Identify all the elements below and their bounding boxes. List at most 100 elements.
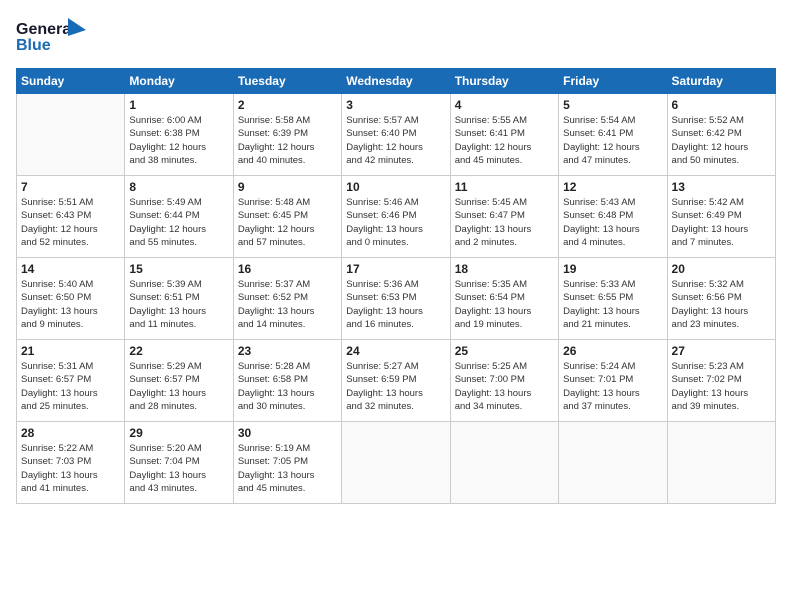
day-number: 15 bbox=[129, 262, 228, 276]
calendar-cell: 20 Sunrise: 5:32 AM Sunset: 6:56 PM Dayli… bbox=[667, 258, 775, 340]
calendar-cell: 18 Sunrise: 5:35 AM Sunset: 6:54 PM Dayli… bbox=[450, 258, 558, 340]
day-info: Sunrise: 5:52 AM Sunset: 6:42 PM Dayligh… bbox=[672, 114, 771, 167]
calendar-cell: 11 Sunrise: 5:45 AM Sunset: 6:47 PM Dayli… bbox=[450, 176, 558, 258]
calendar-cell: 3 Sunrise: 5:57 AM Sunset: 6:40 PM Daylig… bbox=[342, 94, 450, 176]
calendar-cell: 2 Sunrise: 5:58 AM Sunset: 6:39 PM Daylig… bbox=[233, 94, 341, 176]
calendar-cell: 16 Sunrise: 5:37 AM Sunset: 6:52 PM Dayli… bbox=[233, 258, 341, 340]
day-info: Sunrise: 5:37 AM Sunset: 6:52 PM Dayligh… bbox=[238, 278, 337, 331]
day-info: Sunrise: 5:28 AM Sunset: 6:58 PM Dayligh… bbox=[238, 360, 337, 413]
day-number: 18 bbox=[455, 262, 554, 276]
calendar-cell: 22 Sunrise: 5:29 AM Sunset: 6:57 PM Dayli… bbox=[125, 340, 233, 422]
day-number: 8 bbox=[129, 180, 228, 194]
day-info: Sunrise: 5:55 AM Sunset: 6:41 PM Dayligh… bbox=[455, 114, 554, 167]
calendar-cell: 8 Sunrise: 5:49 AM Sunset: 6:44 PM Daylig… bbox=[125, 176, 233, 258]
calendar-week-row: 14 Sunrise: 5:40 AM Sunset: 6:50 PM Dayli… bbox=[17, 258, 776, 340]
calendar-cell: 1 Sunrise: 6:00 AM Sunset: 6:38 PM Daylig… bbox=[125, 94, 233, 176]
day-info: Sunrise: 5:32 AM Sunset: 6:56 PM Dayligh… bbox=[672, 278, 771, 331]
calendar-cell bbox=[667, 422, 775, 504]
day-number: 1 bbox=[129, 98, 228, 112]
weekday-header-row: SundayMondayTuesdayWednesdayThursdayFrid… bbox=[17, 69, 776, 94]
day-number: 24 bbox=[346, 344, 445, 358]
day-info: Sunrise: 5:51 AM Sunset: 6:43 PM Dayligh… bbox=[21, 196, 120, 249]
day-info: Sunrise: 5:49 AM Sunset: 6:44 PM Dayligh… bbox=[129, 196, 228, 249]
logo-svg: GeneralBlue bbox=[16, 16, 96, 56]
weekday-header: Thursday bbox=[450, 69, 558, 94]
calendar-cell: 14 Sunrise: 5:40 AM Sunset: 6:50 PM Dayli… bbox=[17, 258, 125, 340]
day-info: Sunrise: 5:29 AM Sunset: 6:57 PM Dayligh… bbox=[129, 360, 228, 413]
calendar-cell: 10 Sunrise: 5:46 AM Sunset: 6:46 PM Dayli… bbox=[342, 176, 450, 258]
weekday-header: Tuesday bbox=[233, 69, 341, 94]
day-number: 26 bbox=[563, 344, 662, 358]
calendar-week-row: 7 Sunrise: 5:51 AM Sunset: 6:43 PM Daylig… bbox=[17, 176, 776, 258]
day-number: 6 bbox=[672, 98, 771, 112]
calendar-cell bbox=[450, 422, 558, 504]
calendar-cell: 13 Sunrise: 5:42 AM Sunset: 6:49 PM Dayli… bbox=[667, 176, 775, 258]
day-info: Sunrise: 5:57 AM Sunset: 6:40 PM Dayligh… bbox=[346, 114, 445, 167]
calendar-cell: 21Sunrise: 5:31 AM Sunset: 6:57 PM Dayli… bbox=[17, 340, 125, 422]
day-number: 7 bbox=[21, 180, 120, 194]
day-number: 4 bbox=[455, 98, 554, 112]
calendar-cell bbox=[342, 422, 450, 504]
calendar-cell: 24 Sunrise: 5:27 AM Sunset: 6:59 PM Dayli… bbox=[342, 340, 450, 422]
weekday-header: Friday bbox=[559, 69, 667, 94]
day-info: Sunrise: 5:46 AM Sunset: 6:46 PM Dayligh… bbox=[346, 196, 445, 249]
day-number: 23 bbox=[238, 344, 337, 358]
day-number: 11 bbox=[455, 180, 554, 194]
day-number: 30 bbox=[238, 426, 337, 440]
day-number: 28 bbox=[21, 426, 120, 440]
calendar-cell: 17 Sunrise: 5:36 AM Sunset: 6:53 PM Dayli… bbox=[342, 258, 450, 340]
day-info: Sunrise: 5:40 AM Sunset: 6:50 PM Dayligh… bbox=[21, 278, 120, 331]
calendar-cell: 29Sunrise: 5:20 AM Sunset: 7:04 PM Dayli… bbox=[125, 422, 233, 504]
day-number: 5 bbox=[563, 98, 662, 112]
day-info: Sunrise: 5:54 AM Sunset: 6:41 PM Dayligh… bbox=[563, 114, 662, 167]
day-info: Sunrise: 5:48 AM Sunset: 6:45 PM Dayligh… bbox=[238, 196, 337, 249]
calendar-cell: 19Sunrise: 5:33 AM Sunset: 6:55 PM Dayli… bbox=[559, 258, 667, 340]
logo: GeneralBlue bbox=[16, 16, 96, 56]
calendar-cell: 7 Sunrise: 5:51 AM Sunset: 6:43 PM Daylig… bbox=[17, 176, 125, 258]
calendar-cell: 6 Sunrise: 5:52 AM Sunset: 6:42 PM Daylig… bbox=[667, 94, 775, 176]
weekday-header: Saturday bbox=[667, 69, 775, 94]
day-number: 14 bbox=[21, 262, 120, 276]
day-number: 17 bbox=[346, 262, 445, 276]
day-info: Sunrise: 5:33 AM Sunset: 6:55 PM Dayligh… bbox=[563, 278, 662, 331]
day-info: Sunrise: 5:42 AM Sunset: 6:49 PM Dayligh… bbox=[672, 196, 771, 249]
day-info: Sunrise: 5:27 AM Sunset: 6:59 PM Dayligh… bbox=[346, 360, 445, 413]
day-number: 2 bbox=[238, 98, 337, 112]
day-number: 16 bbox=[238, 262, 337, 276]
calendar-week-row: 1 Sunrise: 6:00 AM Sunset: 6:38 PM Daylig… bbox=[17, 94, 776, 176]
day-info: Sunrise: 5:25 AM Sunset: 7:00 PM Dayligh… bbox=[455, 360, 554, 413]
day-number: 22 bbox=[129, 344, 228, 358]
calendar-cell: 5 Sunrise: 5:54 AM Sunset: 6:41 PM Daylig… bbox=[559, 94, 667, 176]
day-info: Sunrise: 5:20 AM Sunset: 7:04 PM Dayligh… bbox=[129, 442, 228, 495]
calendar-week-row: 21Sunrise: 5:31 AM Sunset: 6:57 PM Dayli… bbox=[17, 340, 776, 422]
day-info: Sunrise: 5:22 AM Sunset: 7:03 PM Dayligh… bbox=[21, 442, 120, 495]
day-number: 20 bbox=[672, 262, 771, 276]
day-info: Sunrise: 5:45 AM Sunset: 6:47 PM Dayligh… bbox=[455, 196, 554, 249]
calendar-cell: 23 Sunrise: 5:28 AM Sunset: 6:58 PM Dayli… bbox=[233, 340, 341, 422]
calendar-cell: 12Sunrise: 5:43 AM Sunset: 6:48 PM Dayli… bbox=[559, 176, 667, 258]
page-header: GeneralBlue bbox=[16, 16, 776, 56]
day-info: Sunrise: 5:58 AM Sunset: 6:39 PM Dayligh… bbox=[238, 114, 337, 167]
day-info: Sunrise: 5:23 AM Sunset: 7:02 PM Dayligh… bbox=[672, 360, 771, 413]
calendar-cell: 4 Sunrise: 5:55 AM Sunset: 6:41 PM Daylig… bbox=[450, 94, 558, 176]
day-info: Sunrise: 5:39 AM Sunset: 6:51 PM Dayligh… bbox=[129, 278, 228, 331]
day-info: Sunrise: 5:35 AM Sunset: 6:54 PM Dayligh… bbox=[455, 278, 554, 331]
day-number: 21 bbox=[21, 344, 120, 358]
day-info: Sunrise: 5:24 AM Sunset: 7:01 PM Dayligh… bbox=[563, 360, 662, 413]
svg-text:Blue: Blue bbox=[16, 37, 51, 54]
day-number: 3 bbox=[346, 98, 445, 112]
calendar-cell: 27 Sunrise: 5:23 AM Sunset: 7:02 PM Dayli… bbox=[667, 340, 775, 422]
day-number: 10 bbox=[346, 180, 445, 194]
calendar-cell bbox=[559, 422, 667, 504]
day-info: Sunrise: 5:19 AM Sunset: 7:05 PM Dayligh… bbox=[238, 442, 337, 495]
svg-text:General: General bbox=[16, 21, 76, 38]
day-number: 27 bbox=[672, 344, 771, 358]
day-number: 12 bbox=[563, 180, 662, 194]
weekday-header: Wednesday bbox=[342, 69, 450, 94]
weekday-header: Sunday bbox=[17, 69, 125, 94]
weekday-header: Monday bbox=[125, 69, 233, 94]
day-number: 9 bbox=[238, 180, 337, 194]
day-info: Sunrise: 5:36 AM Sunset: 6:53 PM Dayligh… bbox=[346, 278, 445, 331]
day-info: Sunrise: 6:00 AM Sunset: 6:38 PM Dayligh… bbox=[129, 114, 228, 167]
day-number: 13 bbox=[672, 180, 771, 194]
